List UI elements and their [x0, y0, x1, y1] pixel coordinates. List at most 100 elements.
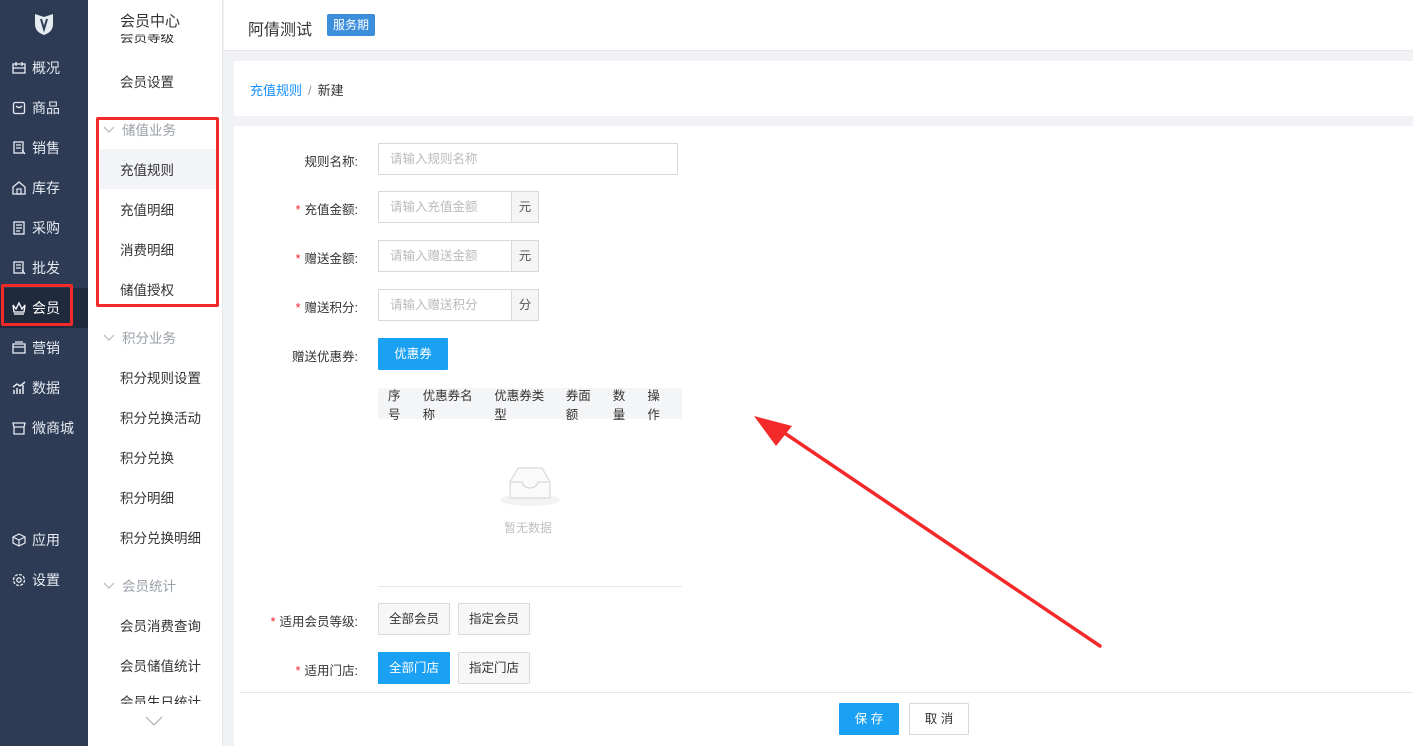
column-coupon-name: 优惠券名称 [422, 388, 473, 422]
all-members-button[interactable]: 全部会员 [378, 603, 450, 635]
column-index: 序号 [388, 388, 401, 422]
gift-points-label: * 赠送积分: [295, 301, 358, 315]
submenu-item-points-exchange-details[interactable]: 积分兑换明细 [100, 517, 216, 557]
recharge-amount-unit: 元 [512, 191, 539, 223]
submenu-item-points-rules[interactable]: 积分规则设置 [100, 357, 216, 397]
submenu-item-points-details[interactable]: 积分明细 [100, 477, 216, 517]
submenu-item-member-stored-stats[interactable]: 会员储值统计 [100, 645, 216, 685]
submenu-item-member-level[interactable]: 会员等级 [120, 34, 174, 47]
breadcrumb-current: 新建 [317, 83, 344, 98]
coupon-table-header: 序号 优惠券名称 优惠券类型 券面额 数量 操作 [378, 388, 682, 422]
recharge-amount-input[interactable]: 请输入充值金额 [378, 191, 512, 223]
goods-icon [12, 101, 26, 115]
table-divider [378, 586, 682, 587]
submenu-title: 会员中心 [120, 10, 181, 31]
nav-item-sales[interactable]: 销售 [0, 128, 88, 168]
nav-label: 批发 [32, 260, 60, 276]
shop-icon [12, 421, 26, 435]
nav-label: 微商城 [32, 420, 74, 436]
cancel-button[interactable]: 取 消 [909, 703, 969, 735]
submenu-item-member-consume-query[interactable]: 会员消费查询 [100, 605, 216, 645]
nav-item-goods[interactable]: 商品 [0, 88, 88, 128]
top-header: 阿倩测试 服务期 [224, 0, 1413, 51]
store-label: * 适用门店: [295, 664, 358, 678]
crown-icon [12, 301, 26, 315]
submenu-item-points-activity[interactable]: 积分兑换活动 [100, 397, 216, 437]
nav-label: 应用 [32, 532, 60, 548]
nav-label: 概况 [32, 60, 60, 76]
nav-label: 商品 [32, 100, 60, 116]
gift-amount-input[interactable]: 请输入赠送金额 [378, 240, 512, 272]
service-period-badge: 服务期 [327, 14, 376, 36]
column-actions: 操作 [647, 388, 660, 422]
rule-name-input[interactable]: 请输入规则名称 [378, 143, 678, 175]
submenu-group-stored-value[interactable]: 储值业务 [100, 109, 216, 149]
shop-name: 阿倩测试 [248, 22, 313, 39]
breadcrumb-link-recharge-rules[interactable]: 充值规则 [250, 83, 302, 98]
submenu-item-stored-value-auth[interactable]: 储值授权 [100, 269, 216, 309]
submenu-item-recharge-rules[interactable]: 充值规则 [100, 149, 216, 189]
nav-label: 库存 [32, 180, 60, 196]
submenu-item-points-exchange[interactable]: 积分兑换 [100, 437, 216, 477]
inventory-icon [12, 181, 26, 195]
recharge-amount-label: * 充值金额: [295, 203, 358, 217]
empty-data-text: 暂无数据 [504, 521, 553, 535]
breadcrumb-panel: 充值规则 / 新建 [234, 61, 1413, 116]
gift-points-unit: 分 [512, 289, 539, 321]
submenu-item-birthday-stats[interactable]: 会员生日统计 [120, 694, 201, 704]
overview-icon [12, 61, 26, 75]
nav-label: 营销 [32, 340, 60, 356]
nav-item-overview[interactable]: 概况 [0, 48, 88, 88]
select-coupon-button[interactable]: 优惠券 [378, 338, 448, 370]
purchase-icon [12, 221, 26, 235]
all-stores-button[interactable]: 全部门店 [378, 652, 450, 684]
submenu-item-consume-details[interactable]: 消费明细 [100, 229, 216, 269]
nav-item-settings[interactable]: 设置 [0, 560, 88, 600]
submenu-item-recharge-details[interactable]: 充值明细 [100, 189, 216, 229]
specific-members-button[interactable]: 指定会员 [458, 603, 530, 635]
sales-icon [12, 141, 26, 155]
submenu-group-member-stats[interactable]: 会员统计 [100, 565, 216, 605]
main-nav: 概况 商品 销售 库存 采购 批发 会员 营销 数据 微商城 应用 设置 [0, 0, 88, 746]
chevron-down-icon [103, 334, 115, 341]
submenu-item-member-settings[interactable]: 会员设置 [100, 61, 216, 101]
gift-coupon-label: 赠送优惠券: [292, 350, 358, 364]
column-quantity: 数量 [612, 388, 626, 422]
nav-item-microshop[interactable]: 微商城 [0, 408, 88, 448]
rule-name-label: 规则名称: [304, 155, 358, 169]
column-coupon-type: 优惠券类型 [494, 388, 545, 422]
chevron-down-icon [103, 582, 115, 589]
nav-item-marketing[interactable]: 营销 [0, 328, 88, 368]
recharge-rule-form: 规则名称: 请输入规则名称 * 充值金额: 请输入充值金额 元 * 赠送金额: 请输… [234, 126, 1413, 746]
gift-amount-unit: 元 [512, 240, 539, 272]
nav-item-wholesale[interactable]: 批发 [0, 248, 88, 288]
data-icon [12, 381, 26, 395]
breadcrumb: 充值规则 / 新建 [250, 80, 344, 99]
gift-amount-label: * 赠送金额: [295, 252, 358, 266]
nav-label: 会员 [32, 300, 60, 316]
member-submenu: 会员等级 会员中心 会员设置 储值业务 充值规则 充值明细 消费明细 储值授权 … [88, 0, 223, 746]
submenu-group-points[interactable]: 积分业务 [100, 317, 216, 357]
nav-item-apps[interactable]: 应用 [0, 520, 88, 560]
app-cube-icon [12, 533, 26, 547]
nav-label: 数据 [32, 380, 60, 396]
breadcrumb-separator: / [308, 83, 312, 98]
gift-points-input[interactable]: 请输入赠送积分 [378, 289, 512, 321]
brand-logo-icon [35, 14, 53, 35]
nav-item-purchase[interactable]: 采购 [0, 208, 88, 248]
nav-label: 设置 [32, 572, 60, 588]
empty-inbox-icon [500, 467, 560, 506]
gear-icon [12, 573, 26, 587]
nav-item-inventory[interactable]: 库存 [0, 168, 88, 208]
form-footer: 保 存 取 消 [240, 692, 1413, 746]
nav-label: 销售 [32, 140, 60, 156]
save-button[interactable]: 保 存 [839, 703, 899, 735]
scroll-down-chevron-icon[interactable] [144, 714, 164, 728]
specific-stores-button[interactable]: 指定门店 [458, 652, 530, 684]
marketing-icon [12, 341, 26, 355]
nav-label: 采购 [32, 220, 60, 236]
nav-item-data[interactable]: 数据 [0, 368, 88, 408]
wholesale-icon [12, 261, 26, 275]
chevron-down-icon [103, 126, 115, 133]
nav-item-member[interactable]: 会员 [0, 288, 88, 328]
